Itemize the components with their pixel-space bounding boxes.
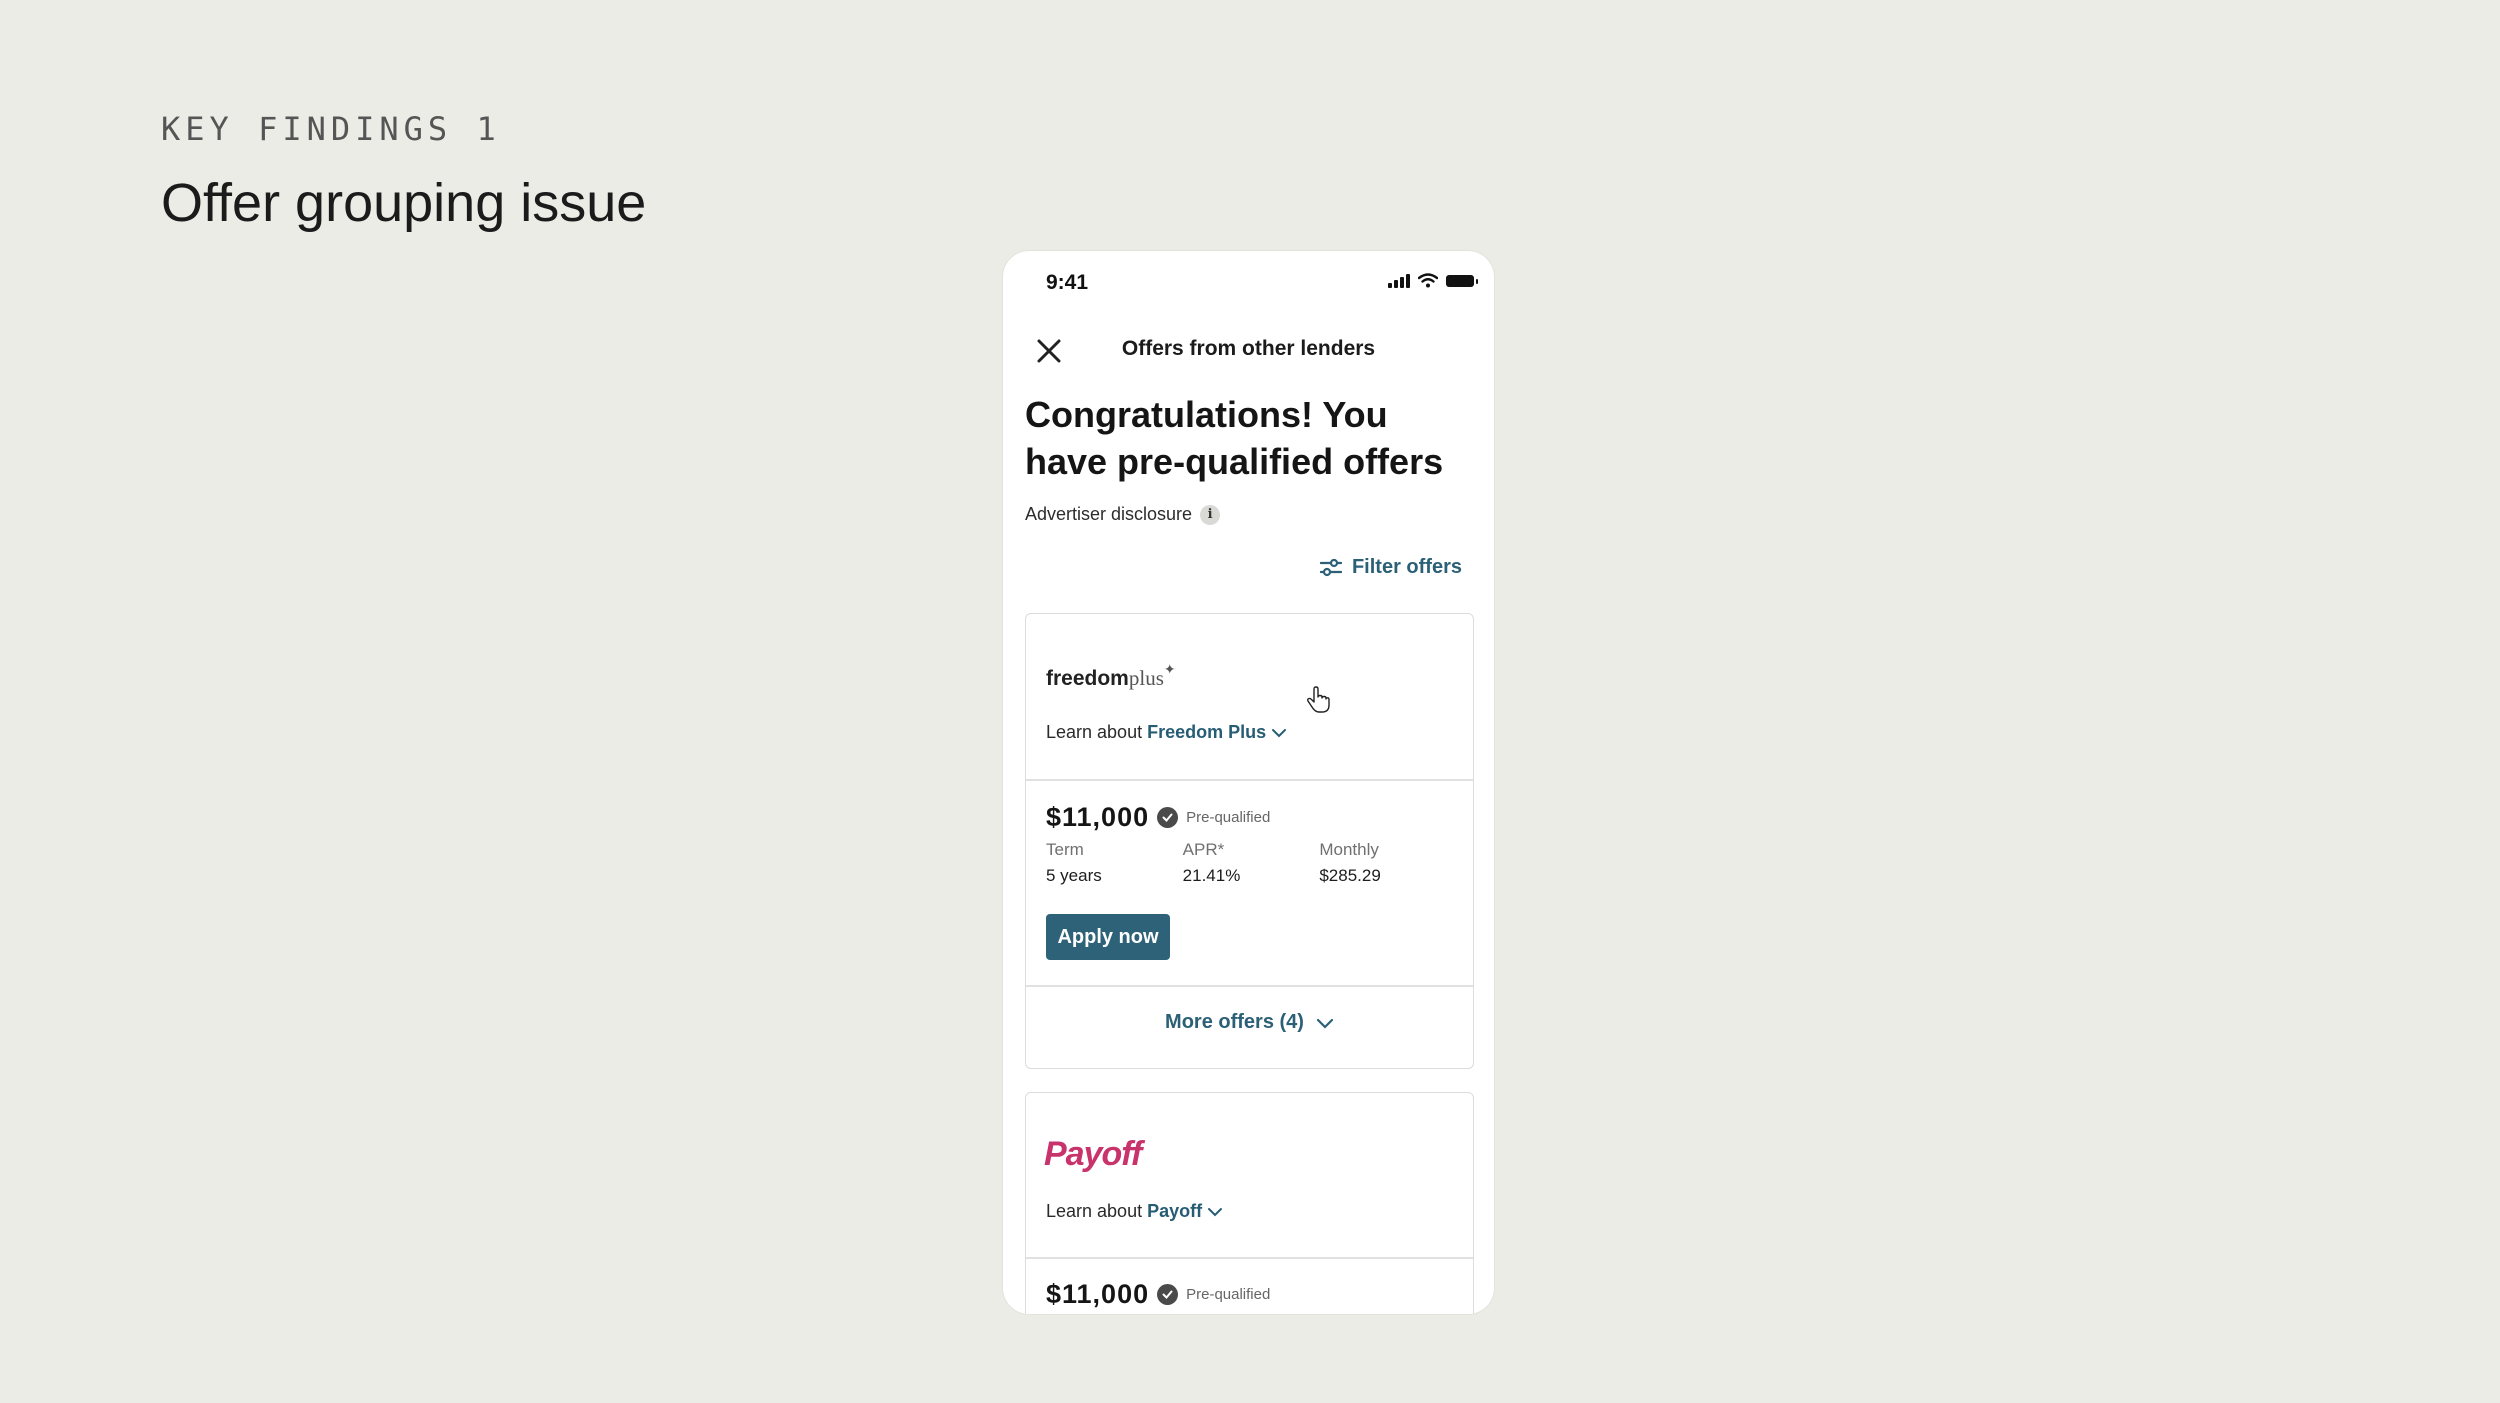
offer-amount-row: $11,000 Pre-qualified [1046,1279,1270,1310]
more-offers-label: More offers (4) [1165,1011,1304,1033]
term-column: Term 5 years [1046,840,1183,886]
monthly-column: Monthly $285.29 [1319,840,1456,886]
status-icons [1388,273,1478,288]
check-circle-icon [1157,1284,1179,1305]
offer-card-payoff: Payoff Learn about Payoff $11,000 Pre-qu… [1025,1092,1474,1314]
filter-label: Filter offers [1351,556,1462,578]
card-divider [1026,985,1473,987]
advertiser-disclosure[interactable]: Advertiser disclosure i [1025,504,1221,525]
more-offers-button[interactable]: More offers (4) [1026,1011,1473,1034]
page-headline: Congratulations! You have pre-qualified … [1025,394,1444,482]
learn-about-link[interactable]: Learn about Payoff [1046,1201,1223,1222]
learn-prefix: Learn about [1046,722,1143,742]
top-nav: Offers from other lenders [1003,321,1494,381]
offer-amount: $11,000 [1046,1279,1150,1309]
info-icon[interactable]: i [1200,504,1221,525]
wifi-icon [1418,273,1438,288]
chevron-down-icon [1316,1018,1334,1029]
offer-amount-row: $11,000 Pre-qualified [1046,802,1270,833]
apr-label: APR* [1182,840,1225,859]
chevron-down-icon [1208,1207,1223,1216]
sliders-icon [1319,558,1342,576]
offer-card-freedom-plus: freedomplus✦ Learn about Freedom Plus $1… [1025,613,1474,1069]
status-time: 9:41 [1046,271,1089,294]
apr-column: APR* 21.41% [1183,840,1320,886]
offer-amount: $11,000 [1046,802,1150,832]
freedom-plus-logo: freedomplus✦ [1046,663,1176,690]
check-circle-icon [1157,807,1179,828]
lender-name: Freedom Plus [1147,722,1267,742]
term-label: Term [1046,840,1084,859]
monthly-label: Monthly [1319,840,1379,859]
hand-cursor-icon [1306,686,1330,713]
monthly-value: $285.29 [1319,866,1381,885]
card-divider [1026,1257,1473,1259]
nav-title: Offers from other lenders [1121,337,1376,360]
prequalified-badge: Pre-qualified [1186,1286,1271,1303]
prequalified-badge: Pre-qualified [1186,809,1271,826]
lender-name: Payoff [1147,1201,1203,1221]
status-bar: 9:41 [1003,251,1494,309]
apply-now-button[interactable]: Apply now [1046,914,1170,960]
learn-about-link[interactable]: Learn about Freedom Plus [1046,722,1287,743]
battery-icon [1446,274,1478,287]
learn-prefix: Learn about [1046,1201,1143,1221]
payoff-logo: Payoff [1044,1135,1142,1173]
apr-value: 21.41% [1182,866,1241,885]
offer-terms: Term 5 years APR* 21.41% Monthly $285.29 [1046,840,1456,886]
disclosure-label: Advertiser disclosure [1025,504,1193,524]
term-value: 5 years [1046,866,1102,885]
phone-mockup: 9:41 Offers from other lenders Congratul… [1003,251,1494,1314]
signal-icon [1388,273,1410,288]
slide-title: Offer grouping issue [161,173,647,233]
card-divider [1026,779,1473,781]
filter-offers-button[interactable]: Filter offers [1319,556,1462,579]
slide-eyebrow: KEY FINDINGS 1 [161,110,501,148]
chevron-down-icon [1272,728,1287,737]
logo-star-icon: ✦ [1163,663,1176,678]
